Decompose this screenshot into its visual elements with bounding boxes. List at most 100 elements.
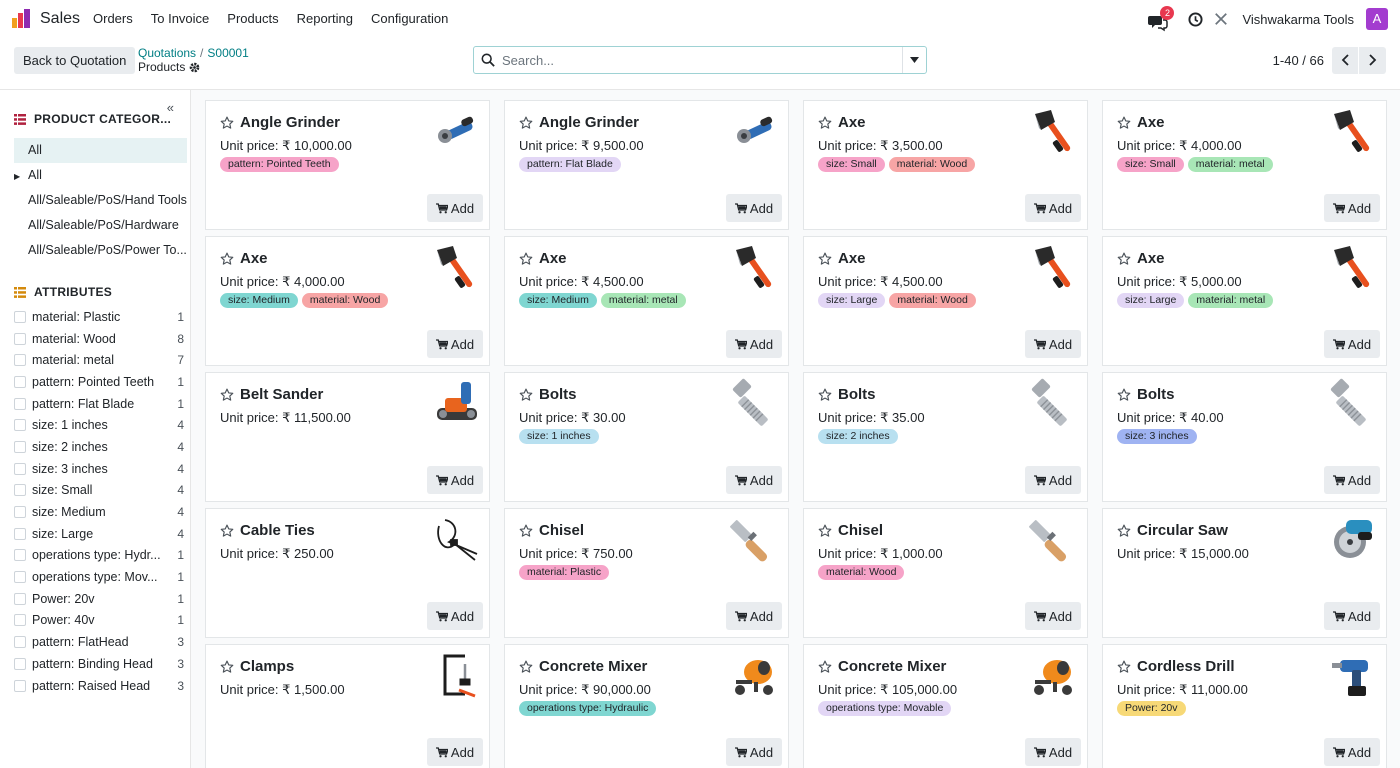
attribute-filter-item[interactable]: Power: 20v 1 [14,588,184,610]
attribute-filter-item[interactable]: material: Plastic 1 [14,306,184,328]
add-product-button[interactable]: Add [1025,194,1081,222]
attribute-filter-item[interactable]: size: 3 inches 4 [14,458,184,480]
category-hardware[interactable]: All/Saleable/PoS/Hardware [14,213,187,238]
debug-tools-menu[interactable] [1212,10,1230,28]
attribute-filter-item[interactable]: pattern: Flat Blade 1 [14,393,184,415]
category-all[interactable]: ▶ All [14,163,187,188]
attribute-checkbox[interactable] [14,592,26,605]
star-icon[interactable] [1117,116,1131,130]
menu-configuration[interactable]: Configuration [362,0,457,38]
activity-menu[interactable] [1186,10,1204,28]
menu-reporting[interactable]: Reporting [288,0,362,38]
app-name[interactable]: Sales [40,10,80,28]
product-card[interactable]: Angle Grinder Unit price: ₹ 9,500.00 patte… [504,100,789,230]
attribute-filter-item[interactable]: pattern: Pointed Teeth 1 [14,371,184,393]
attribute-filter-item[interactable]: operations type: Mov... 1 [14,566,184,588]
star-icon[interactable] [1117,524,1131,538]
star-icon[interactable] [818,388,832,402]
product-card[interactable]: Angle Grinder Unit price: ₹ 10,000.00 patt… [205,100,490,230]
star-icon[interactable] [519,524,533,538]
product-card[interactable]: Axe Unit price: ₹ 5,000.00 size: Large mate… [1102,236,1387,366]
star-icon[interactable] [1117,388,1131,402]
product-card[interactable]: Axe Unit price: ₹ 4,000.00 size: Small mate… [1102,100,1387,230]
add-product-button[interactable]: Add [1025,330,1081,358]
product-card[interactable]: Bolts Unit price: ₹ 30.00 size: 1 inches Ad… [504,372,789,502]
attribute-filter-item[interactable]: size: 2 inches 4 [14,436,184,458]
pager-previous-button[interactable] [1332,46,1359,74]
star-icon[interactable] [818,660,832,674]
attribute-checkbox[interactable] [14,571,26,584]
back-to-quotation-button[interactable]: Back to Quotation [14,47,136,74]
add-product-button[interactable]: Add [427,738,483,766]
breadcrumb-quotations[interactable]: Quotations [138,46,196,60]
product-card[interactable]: Axe Unit price: ₹ 4,500.00 size: Medium mat… [504,236,789,366]
add-product-button[interactable]: Add [726,602,782,630]
attribute-checkbox[interactable] [14,527,26,540]
category-all-selected[interactable]: All [14,138,187,163]
attribute-filter-item[interactable]: pattern: Raised Head 3 [14,675,184,697]
star-icon[interactable] [220,660,234,674]
star-icon[interactable] [818,524,832,538]
user-avatar[interactable]: A [1366,8,1388,30]
attribute-checkbox[interactable] [14,506,26,519]
star-icon[interactable] [1117,252,1131,266]
attribute-checkbox[interactable] [14,636,26,649]
star-icon[interactable] [1117,660,1131,674]
attribute-checkbox[interactable] [14,397,26,410]
add-product-button[interactable]: Add [1324,602,1380,630]
gear-icon[interactable] [189,62,200,73]
product-card[interactable]: Clamps Unit price: ₹ 1,500.00 Add [205,644,490,768]
add-product-button[interactable]: Add [1025,738,1081,766]
star-icon[interactable] [220,116,234,130]
star-icon[interactable] [519,660,533,674]
star-icon[interactable] [220,388,234,402]
attribute-checkbox[interactable] [14,332,26,345]
star-icon[interactable] [818,252,832,266]
attribute-filter-item[interactable]: Power: 40v 1 [14,610,184,632]
category-hand-tools[interactable]: All/Saleable/PoS/Hand Tools [14,188,187,213]
attribute-checkbox[interactable] [14,310,26,323]
menu-orders[interactable]: Orders [84,0,142,38]
add-product-button[interactable]: Add [726,466,782,494]
add-product-button[interactable]: Add [726,194,782,222]
add-product-button[interactable]: Add [726,738,782,766]
menu-to-invoice[interactable]: To Invoice [142,0,219,38]
add-product-button[interactable]: Add [427,194,483,222]
menu-products[interactable]: Products [218,0,287,38]
star-icon[interactable] [519,116,533,130]
product-card[interactable]: Axe Unit price: ₹ 4,500.00 size: Large mate… [803,236,1088,366]
product-card[interactable]: Chisel Unit price: ₹ 750.00 material: Plas… [504,508,789,638]
breadcrumb-order[interactable]: S00001 [207,46,248,60]
star-icon[interactable] [220,252,234,266]
attribute-filter-item[interactable]: operations type: Hydr... 1 [14,545,184,567]
product-card[interactable]: Cordless Drill Unit price: ₹ 11,000.00 Pow… [1102,644,1387,768]
add-product-button[interactable]: Add [1324,194,1380,222]
product-card[interactable]: Belt Sander Unit price: ₹ 11,500.00 Add [205,372,490,502]
attribute-checkbox[interactable] [14,375,26,388]
product-card[interactable]: Concrete Mixer Unit price: ₹ 90,000.00 ope… [504,644,789,768]
company-switcher[interactable]: Vishwakarma Tools [1242,12,1354,27]
add-product-button[interactable]: Add [1324,330,1380,358]
star-icon[interactable] [519,388,533,402]
star-icon[interactable] [220,524,234,538]
attribute-filter-item[interactable]: size: Medium 4 [14,501,184,523]
attribute-checkbox[interactable] [14,419,26,432]
add-product-button[interactable]: Add [1324,738,1380,766]
star-icon[interactable] [818,116,832,130]
attribute-checkbox[interactable] [14,614,26,627]
attribute-checkbox[interactable] [14,484,26,497]
attribute-filter-item[interactable]: pattern: FlatHead 3 [14,631,184,653]
attribute-checkbox[interactable] [14,657,26,670]
product-card[interactable]: Bolts Unit price: ₹ 35.00 size: 2 inches Ad… [803,372,1088,502]
add-product-button[interactable]: Add [1025,602,1081,630]
attribute-checkbox[interactable] [14,549,26,562]
product-card[interactable]: Concrete Mixer Unit price: ₹ 105,000.00 op… [803,644,1088,768]
attribute-checkbox[interactable] [14,462,26,475]
product-card[interactable]: Circular Saw Unit price: ₹ 15,000.00 Add [1102,508,1387,638]
attribute-filter-item[interactable]: material: metal 7 [14,349,184,371]
search-input[interactable] [502,47,902,73]
messaging-menu[interactable]: 2 [1148,6,1175,32]
add-product-button[interactable]: Add [427,602,483,630]
attribute-filter-item[interactable]: size: Small 4 [14,480,184,502]
category-power-tools[interactable]: All/Saleable/PoS/Power To... [14,238,187,263]
